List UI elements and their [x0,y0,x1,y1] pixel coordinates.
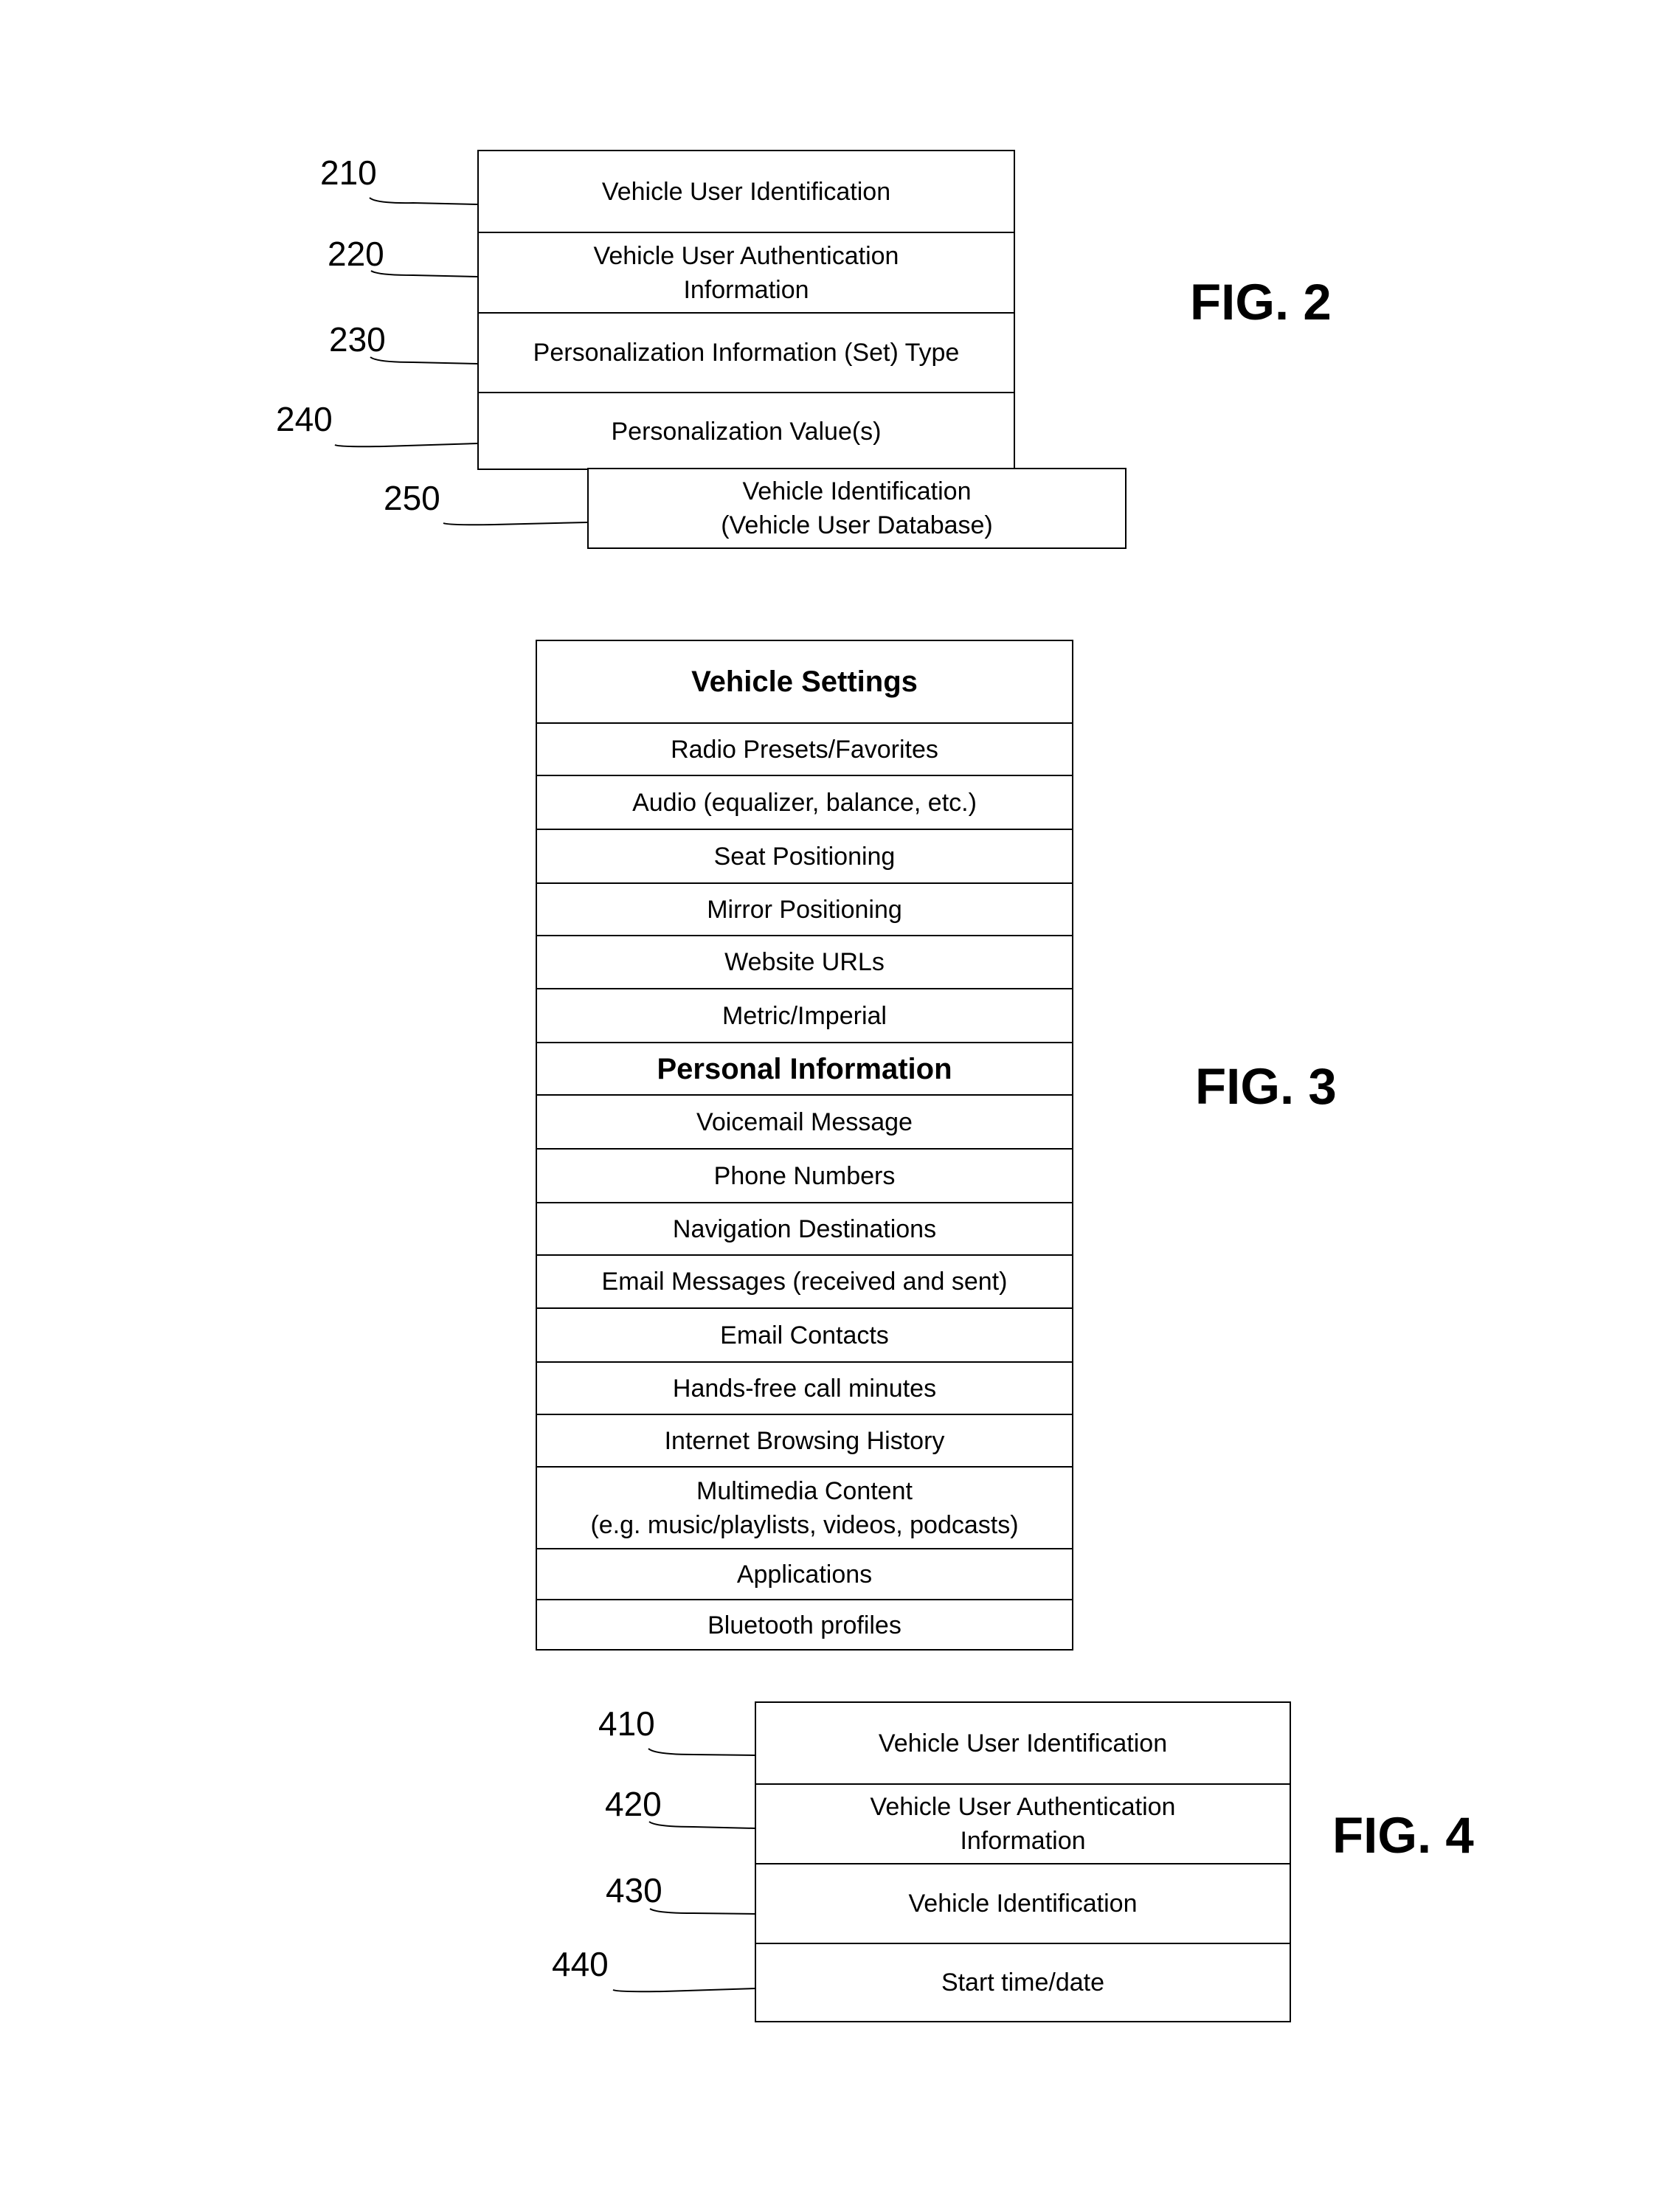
fig3-item-mirror-positioning: Mirror Positioning [537,882,1072,935]
fig2-row-personalization-values: Personalization Value(s) [479,392,1014,470]
fig3-header-vehicle-settings: Vehicle Settings [691,666,918,698]
ref-label-220: 220 [328,235,384,273]
fig2-caption: FIG. 2 [1190,274,1332,331]
leader-line-410 [648,1748,755,1756]
fig3-header-personal-information: Personal Information [537,1042,1072,1094]
fig4-row-vehicle-user-identification: Vehicle User Identification [878,1729,1168,1757]
fig3-item-website-urls: Website URLs [537,935,1072,988]
ref-label-420: 420 [605,1785,662,1823]
fig3-item-multimedia-content: Multimedia Content (e.g. music/playlists… [537,1466,1072,1548]
ref-label-250: 250 [384,479,440,517]
fig3-item-browsing-history: Internet Browsing History [537,1414,1072,1466]
fig3-item-phone-numbers: Phone Numbers [537,1148,1072,1202]
fig2-row-personalization-type: Personalization Information (Set) Type [479,312,1014,392]
fig2-row-vehicle-user-authentication: Vehicle User Authentication Information [479,232,1014,312]
fig2-row-vehicle-identification: Vehicle Identification (Vehicle User Dat… [721,477,993,539]
ref-label-230: 230 [329,320,386,359]
fig3-item-navigation-destinations: Navigation Destinations [537,1202,1072,1254]
fig3-item-email-messages: Email Messages (received and sent) [537,1254,1072,1307]
fig3-item-email-contacts: Email Contacts [537,1307,1072,1361]
fig3-item-metric-imperial: Metric/Imperial [537,988,1072,1042]
ref-label-210: 210 [320,153,377,192]
fig3-item-applications: Applications [537,1548,1072,1599]
fig4-record-box: Vehicle User Identification Vehicle User… [755,1701,1291,2022]
fig4-row-start-time-date: Start time/date [756,1943,1290,2020]
fig3-item-voicemail: Voicemail Message [537,1094,1072,1148]
fig3-item-radio-presets: Radio Presets/Favorites [537,722,1072,775]
ref-label-430: 430 [606,1871,662,1909]
fig2-vehicle-identification-box: Vehicle Identification (Vehicle User Dat… [587,468,1127,549]
leader-line-240 [334,443,479,448]
ref-label-440: 440 [552,1945,609,1983]
fig4-row-vehicle-user-authentication: Vehicle User Authentication Information [756,1783,1290,1863]
fig3-caption: FIG. 3 [1195,1058,1337,1115]
leader-line-250 [443,522,588,526]
leader-line-210 [369,197,478,205]
fig3-settings-table: Vehicle Settings Radio Presets/Favorites… [536,640,1073,1651]
fig3-item-hands-free-minutes: Hands-free call minutes [537,1361,1072,1414]
fig3-item-bluetooth-profiles: Bluetooth profiles [537,1599,1072,1651]
fig4-row-vehicle-identification: Vehicle Identification [756,1863,1290,1943]
leader-line-440 [612,1988,757,1993]
ref-label-240: 240 [276,400,333,438]
leader-line-230 [370,356,479,364]
fig3-item-audio: Audio (equalizer, balance, etc.) [537,775,1072,829]
fig3-item-seat-positioning: Seat Positioning [537,829,1072,882]
leader-line-420 [648,1821,756,1829]
fig2-row-vehicle-user-identification: Vehicle User Identification [601,177,891,206]
leader-line-430 [649,1908,757,1915]
fig4-caption: FIG. 4 [1332,1807,1474,1864]
leader-line-220 [370,270,478,277]
ref-label-410: 410 [598,1704,655,1743]
fig2-record-box: Vehicle User Identification Vehicle User… [477,150,1015,470]
